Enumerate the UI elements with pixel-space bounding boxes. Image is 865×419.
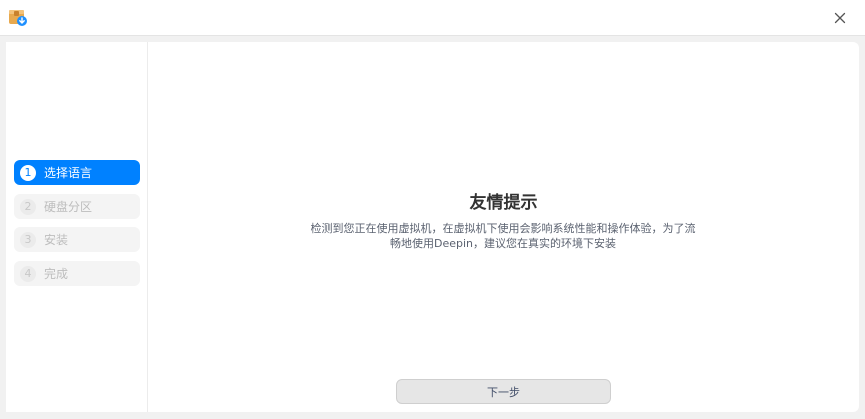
step-number: 2	[20, 198, 36, 215]
step-label: 完成	[44, 267, 69, 281]
page-title: 友情提示	[469, 193, 538, 213]
step-item-select-language[interactable]: 1 选择语言	[14, 160, 140, 185]
next-button[interactable]: 下一步	[396, 379, 611, 404]
step-item-install[interactable]: 3 安装	[14, 227, 140, 252]
step-item-disk-partition[interactable]: 2 硬盘分区	[14, 194, 140, 219]
installer-package-icon	[8, 7, 28, 27]
close-icon	[834, 9, 846, 28]
content-panel: 1 选择语言 2 硬盘分区 3 安装 4 完成 友情提示 检测到您正在使用虚拟机…	[6, 42, 859, 412]
main-area: 友情提示 检测到您正在使用虚拟机，在虚拟机下使用会影响系统性能和操作体验，为了流…	[148, 42, 859, 412]
step-label: 硬盘分区	[44, 200, 93, 214]
step-sidebar: 1 选择语言 2 硬盘分区 3 安装 4 完成	[6, 42, 148, 412]
close-button[interactable]	[830, 8, 850, 28]
installer-window: 1 选择语言 2 硬盘分区 3 安装 4 完成 友情提示 检测到您正在使用虚拟机…	[0, 0, 865, 419]
titlebar	[0, 0, 865, 36]
step-label: 选择语言	[44, 166, 93, 180]
step-number: 4	[20, 265, 36, 282]
step-item-finish[interactable]: 4 完成	[14, 261, 140, 286]
warning-description: 检测到您正在使用虚拟机，在虚拟机下使用会影响系统性能和操作体验，为了流畅地使用D…	[310, 222, 696, 250]
step-number: 1	[20, 164, 36, 181]
step-number: 3	[20, 231, 36, 248]
step-label: 安装	[44, 233, 69, 247]
